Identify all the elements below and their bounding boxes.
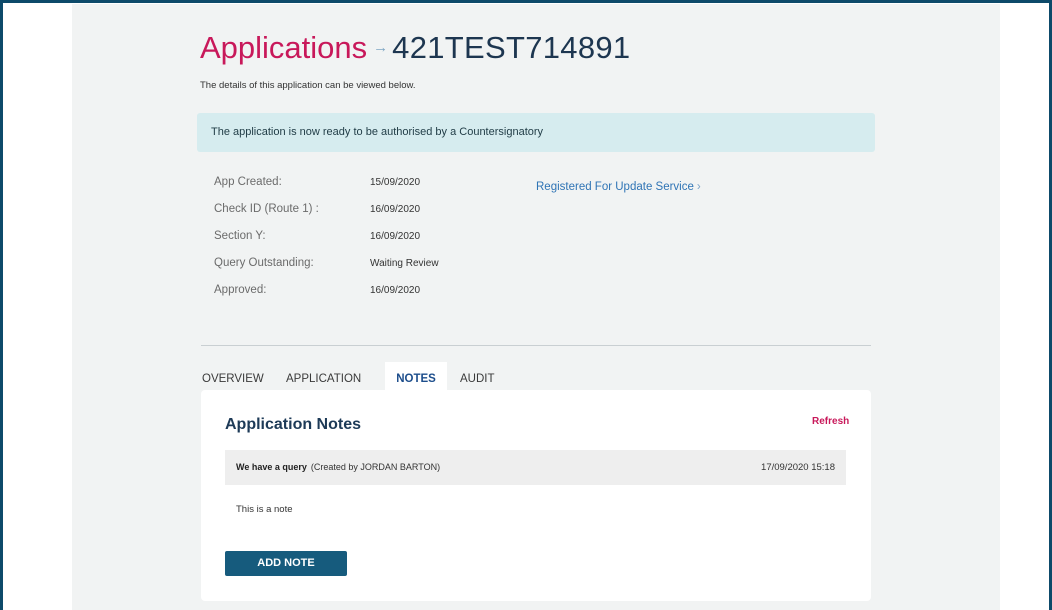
detail-value: Waiting Review xyxy=(370,258,439,269)
page-title: Applications → 421TEST714891 xyxy=(200,30,630,66)
detail-row-check-id: Check ID (Route 1) : 16/09/2020 xyxy=(214,203,714,223)
detail-row-section-y: Section Y: 16/09/2020 xyxy=(214,230,714,250)
notes-panel: Application Notes Refresh We have a quer… xyxy=(201,390,871,601)
refresh-link[interactable]: Refresh xyxy=(812,416,849,427)
detail-label: Check ID (Route 1) : xyxy=(214,203,319,215)
section-divider xyxy=(201,345,871,346)
detail-row-approved: Approved: 16/09/2020 xyxy=(214,284,714,304)
notes-panel-title: Application Notes xyxy=(225,416,362,433)
note-body: This is a note xyxy=(236,504,293,515)
note-author: (Created by JORDAN BARTON) xyxy=(310,462,441,472)
chevron-right-icon: › xyxy=(696,181,701,193)
page-content: Applications → 421TEST714891 The details o… xyxy=(72,4,1000,610)
note-subject: We have a query xyxy=(236,462,307,472)
status-alert: The application is now ready to be autho… xyxy=(197,113,875,152)
detail-label: App Created: xyxy=(214,176,282,188)
detail-value: 16/09/2020 xyxy=(370,285,421,296)
detail-value: 16/09/2020 xyxy=(370,231,421,242)
tab-overview[interactable]: OVERVIEW xyxy=(202,362,266,390)
detail-label: Query Outstanding: xyxy=(214,257,314,269)
tab-application[interactable]: APPLICATION xyxy=(286,362,376,390)
add-note-button[interactable]: ADD NOTE xyxy=(225,551,347,576)
detail-label: Approved: xyxy=(214,284,267,296)
breadcrumb-applications-link[interactable]: Applications xyxy=(200,30,367,65)
tab-audit[interactable]: AUDIT xyxy=(460,362,510,390)
arrow-right-icon: → xyxy=(373,39,389,56)
detail-value: 15/09/2020 xyxy=(370,177,421,188)
detail-label: Section Y: xyxy=(214,230,266,242)
page-subtitle: The details of this application can be v… xyxy=(200,80,416,91)
application-id: 421TEST714891 xyxy=(392,30,631,65)
detail-value: 16/09/2020 xyxy=(370,204,421,215)
note-timestamp: 17/09/2020 15:18 xyxy=(761,462,835,473)
detail-row-query-outstanding: Query Outstanding: Waiting Review xyxy=(214,257,714,277)
update-service-label: Registered For Update Service xyxy=(536,181,694,193)
note-header: We have a query (Created by JORDAN BARTON… xyxy=(225,450,846,485)
update-service-link[interactable]: Registered For Update Service › xyxy=(536,181,701,193)
tab-notes[interactable]: NOTES xyxy=(385,362,447,390)
